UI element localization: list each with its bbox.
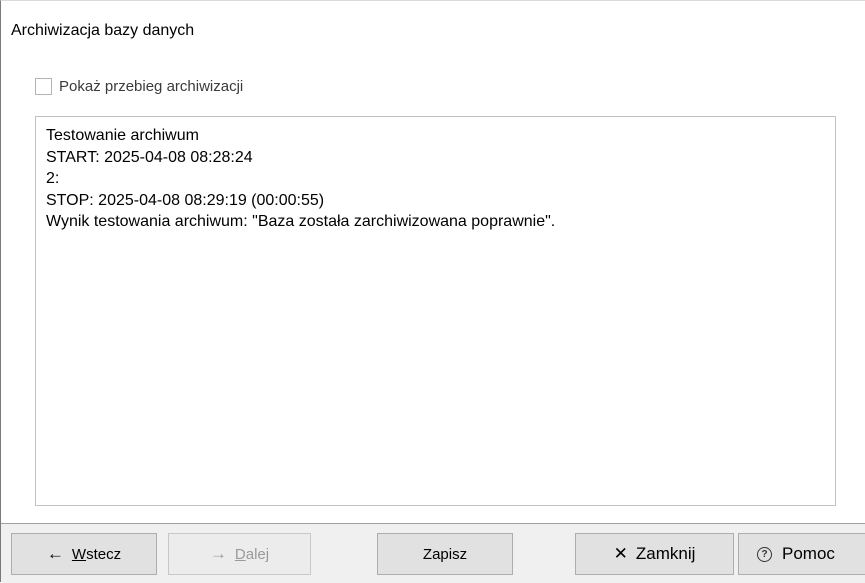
log-line: Wynik testowania archiwum: "Baza została… xyxy=(46,213,556,230)
show-progress-checkbox[interactable] xyxy=(35,78,52,95)
close-button-label: Zamknij xyxy=(635,544,696,563)
log-line: 2: xyxy=(46,170,60,187)
archive-dialog: Archiwizacja bazy danych Pokaż przebieg … xyxy=(0,0,865,583)
log-output[interactable]: Testowanie archiwum START: 2025-04-08 08… xyxy=(35,116,836,506)
help-button[interactable]: ? Pomoc xyxy=(738,533,865,575)
help-icon: ? xyxy=(757,546,772,562)
button-bar: ← Wstecz → Dalej Zapisz ✕ Zamknij ? Pomo… xyxy=(1,524,865,583)
show-progress-option[interactable]: Pokaż przebieg archiwizacji xyxy=(35,78,243,95)
save-button-label: Zapisz xyxy=(422,545,468,563)
next-button[interactable]: → Dalej xyxy=(168,533,311,575)
close-button[interactable]: ✕ Zamknij xyxy=(575,533,734,575)
arrow-right-icon: → xyxy=(209,544,227,563)
log-line: STOP: 2025-04-08 08:29:19 (00:00:55) xyxy=(46,191,325,209)
save-button[interactable]: Zapisz xyxy=(377,533,513,575)
show-progress-label[interactable]: Pokaż przebieg archiwizacji xyxy=(59,78,243,95)
log-line: Testowanie archiwum xyxy=(46,127,199,144)
arrow-left-icon: ← xyxy=(46,544,64,563)
back-button[interactable]: ← Wstecz xyxy=(11,533,157,575)
back-button-label: Wstecz xyxy=(71,545,122,563)
help-button-label: Pomoc xyxy=(782,544,835,563)
dialog-title: Archiwizacja bazy danych xyxy=(11,22,195,39)
next-button-label: Dalej xyxy=(234,545,270,563)
log-line: START: 2025-04-08 08:28:24 xyxy=(46,148,253,166)
close-icon: ✕ xyxy=(613,544,628,563)
